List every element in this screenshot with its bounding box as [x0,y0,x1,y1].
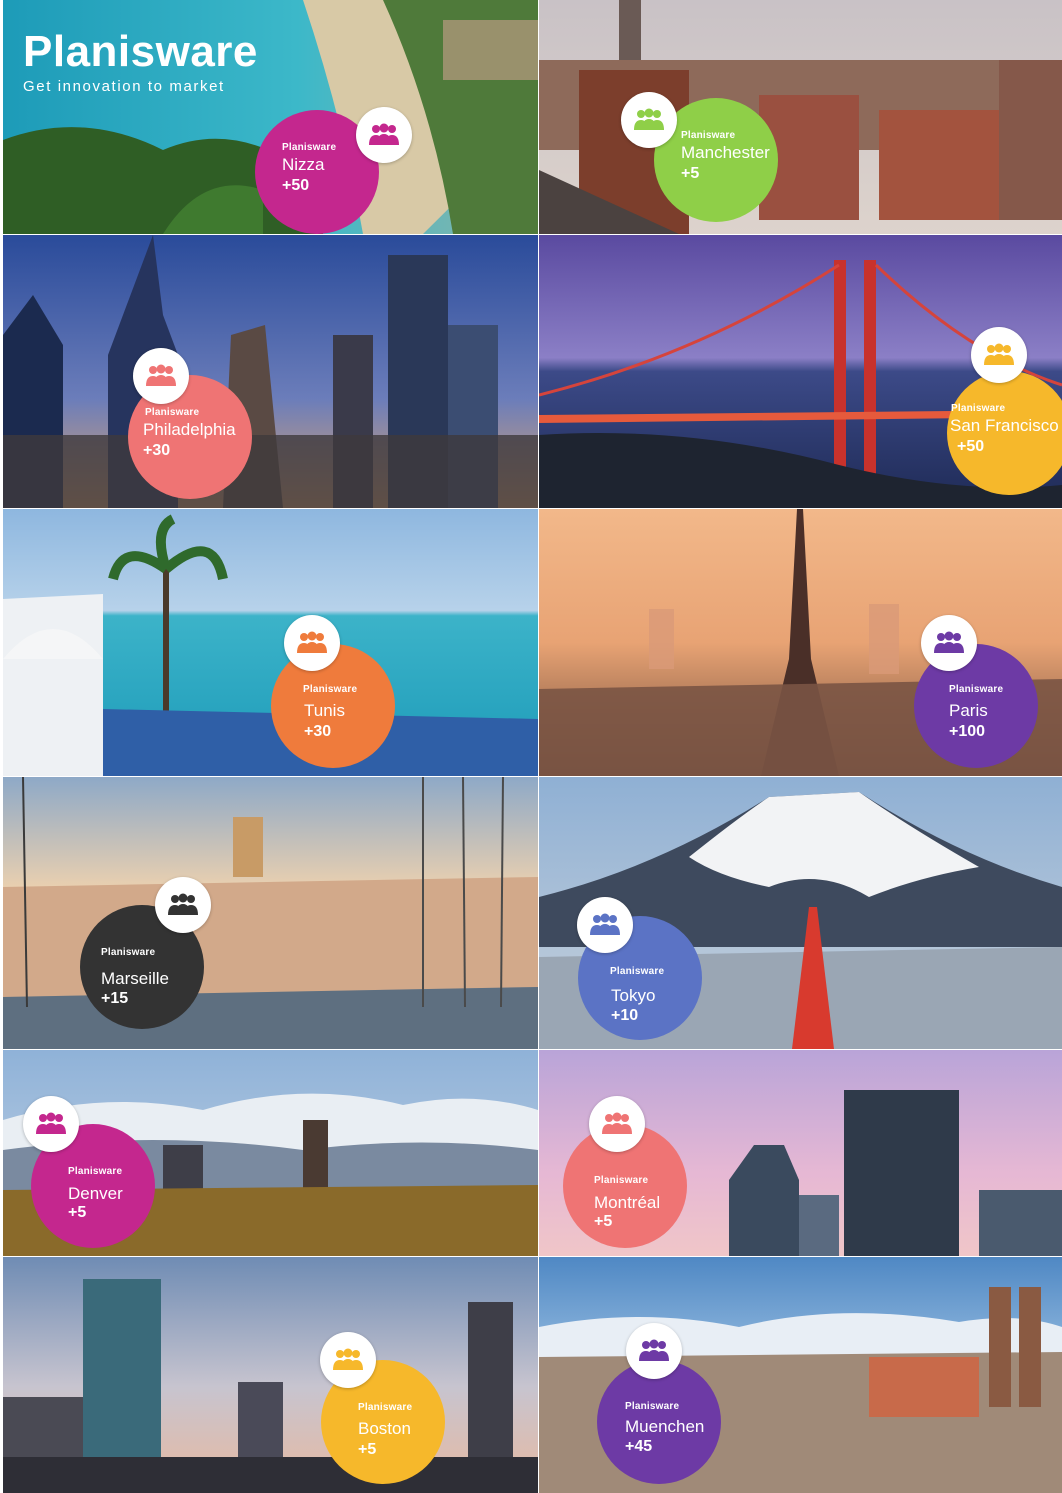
badge-count: +50 [282,177,310,194]
office-tile-tokyo: Planisware Tokyo +10 [539,777,1062,1049]
people-group-icon [577,897,633,953]
planisware-logo: Planisware Get innovation to market [23,27,258,96]
badge-brand: Planisware [282,142,337,153]
office-tile-paris: Planisware Paris +100 [539,509,1062,776]
badge-count: +5 [594,1213,613,1230]
office-tile-tunis: Planisware Tunis +30 [3,509,538,776]
people-group-icon [971,327,1027,383]
logo-wordmark: Planisware [23,27,258,76]
badge-brand: Planisware [68,1166,123,1177]
office-tile-manchester: Planisware Manchester +5 [539,0,1062,234]
people-group-icon [23,1096,79,1152]
badge-count: +5 [681,165,700,182]
logo-tagline: Get innovation to market [23,78,225,95]
office-badge: Planisware Muenchen +45 [597,1360,721,1484]
badge-count: +10 [611,1007,639,1024]
office-badge: Planisware Tunis +30 [271,644,395,768]
people-group-icon [133,348,189,404]
badge-brand: Planisware [949,684,1004,695]
badge-brand: Planisware [303,684,358,695]
badge-count: +15 [101,990,129,1007]
people-group-icon [284,615,340,671]
badge-brand: Planisware [101,947,156,958]
badge-city: Marseille [101,969,170,988]
badge-brand: Planisware [610,966,665,977]
people-group-icon [589,1096,645,1152]
badge-city: Tokyo [611,986,656,1005]
badge-brand: Planisware [145,407,200,418]
badge-city: Muenchen [625,1417,705,1436]
office-tile-montreal: Planisware Montréal +5 [539,1050,1062,1256]
badge-brand: Planisware [594,1175,649,1186]
badge-brand: Planisware [681,130,736,141]
philadelphia-photo [3,235,538,508]
badge-city: Manchester [681,143,770,162]
badge-count: +5 [68,1204,87,1221]
badge-city: Tunis [304,701,345,720]
badge-count: +30 [304,723,332,740]
badge-count: +50 [957,438,985,455]
manchester-photo [539,0,1062,234]
boston-photo [3,1257,538,1493]
people-group-icon [626,1323,682,1379]
people-group-icon [621,92,677,148]
office-tile-boston: Planisware Boston +5 [3,1257,538,1493]
people-group-icon [155,877,211,933]
people-group-icon [356,107,412,163]
badge-city: Philadelphia [143,420,236,439]
badge-brand: Planisware [625,1401,680,1412]
office-tile-philadelphia: Planisware Philadelphia +30 [3,235,538,508]
badge-count: +5 [358,1441,377,1458]
office-tile-muenchen: Planisware Muenchen +45 [539,1257,1062,1493]
badge-city: Nizza [282,155,325,174]
badge-city: Paris [949,701,988,720]
badge-count: +45 [625,1438,653,1455]
badge-city: Montréal [594,1193,661,1212]
office-tile-san-francisco: Planisware San Francisco +50 [539,235,1062,508]
office-badge: Planisware San Francisco +50 [947,371,1062,495]
office-tile-nizza: Planisware Get innovation to market Plan… [3,0,538,234]
badge-brand: Planisware [951,403,1006,414]
badge-count: +30 [143,442,171,459]
badge-city: Denver [68,1184,123,1203]
office-tile-marseille: Planisware Marseille +15 [3,777,538,1049]
badge-city: Boston [358,1419,411,1438]
marseille-photo [3,777,538,1049]
people-group-icon [320,1332,376,1388]
badge-city: San Francisco [950,416,1059,435]
tunis-photo [3,509,538,776]
badge-brand: Planisware [358,1402,413,1413]
people-group-icon [921,615,977,671]
badge-count: +100 [949,723,986,740]
office-tile-denver: Planisware Denver +5 [3,1050,538,1256]
